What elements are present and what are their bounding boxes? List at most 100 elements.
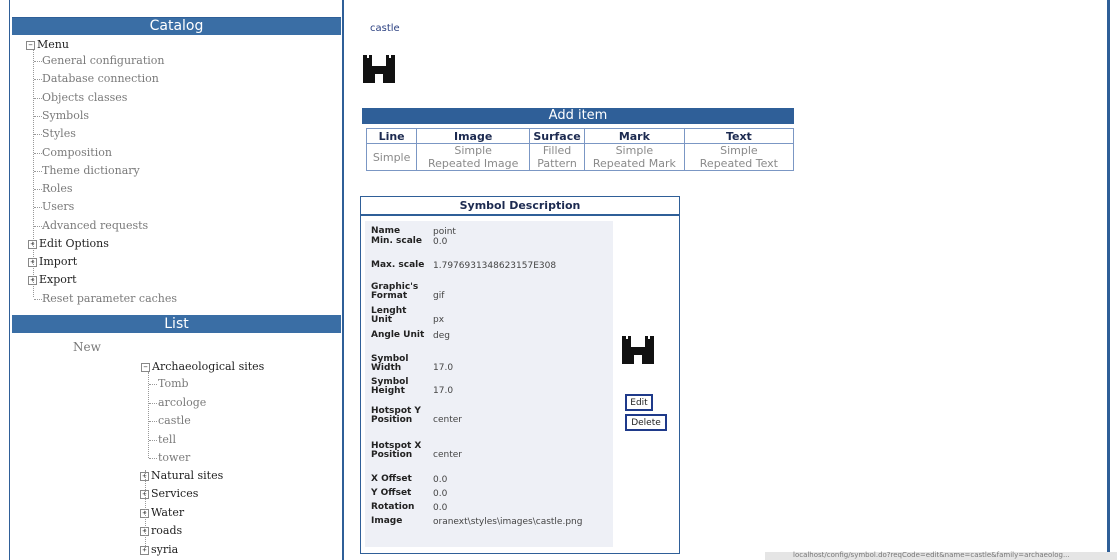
- field-value: gif: [433, 291, 445, 301]
- field-value: 0.0: [433, 237, 448, 247]
- catalog-item[interactable]: Styles: [42, 127, 76, 140]
- tree-root-label: Menu: [37, 38, 69, 51]
- list-item[interactable]: tell: [158, 433, 176, 446]
- column-header: Mark: [583, 128, 685, 144]
- field-value: center: [433, 450, 462, 460]
- folder-label: Archaeological sites: [152, 360, 265, 373]
- field-label: Y Offset: [371, 488, 412, 498]
- add-repeated-image-link[interactable]: Repeated Image: [417, 157, 529, 170]
- add-pattern-surface-link[interactable]: Pattern: [530, 157, 584, 170]
- status-bar: localhost/config/symbol.do?reqCode=edit&…: [765, 551, 1117, 560]
- add-item-panel: Add item Line Image Surface Mark Text Si…: [362, 108, 795, 180]
- catalog-group[interactable]: + Edit Options: [28, 237, 109, 250]
- catalog-item[interactable]: Symbols: [42, 109, 89, 122]
- add-repeated-mark-link[interactable]: Repeated Mark: [585, 157, 684, 170]
- collapse-icon[interactable]: −: [141, 363, 150, 372]
- castle-icon: [363, 55, 395, 83]
- field-label: Max. scale: [371, 260, 425, 270]
- add-item-table: Line Image Surface Mark Text Simple Simp…: [365, 128, 795, 171]
- column-header: Text: [683, 128, 795, 144]
- add-image-cell: Simple Repeated Image: [416, 143, 531, 171]
- field-label: Hotspot X Position: [371, 441, 422, 460]
- catalog-group[interactable]: + Export: [28, 273, 77, 286]
- field-value: deg: [433, 331, 450, 341]
- tree-connector: [34, 115, 42, 117]
- field-label: Graphic's Format: [371, 282, 419, 301]
- add-text-cell: Simple Repeated Text: [683, 143, 795, 171]
- add-simple-mark-link[interactable]: Simple: [585, 144, 684, 157]
- tree-folder[interactable]: + Water: [140, 506, 184, 519]
- list-item[interactable]: arcologe: [158, 396, 206, 409]
- expand-icon[interactable]: +: [28, 240, 37, 249]
- list-item[interactable]: tower: [158, 451, 190, 464]
- tree-connector: [34, 299, 42, 300]
- folder-label: syria: [151, 542, 179, 556]
- tree-folder[interactable]: + Natural sites: [140, 469, 223, 482]
- catalog-item[interactable]: Theme dictionary: [42, 164, 140, 177]
- catalog-group-label: Import: [39, 255, 78, 268]
- field-label: Image: [371, 516, 403, 526]
- field-label: Hotspot Y Position: [371, 406, 421, 425]
- folder-label: Water: [151, 505, 185, 519]
- new-link[interactable]: New: [73, 340, 101, 354]
- tree-folder[interactable]: + Services: [140, 487, 198, 500]
- tree-folder-archaeological[interactable]: − Archaeological sites: [141, 360, 264, 373]
- field-value: 0.0: [433, 489, 448, 499]
- add-item-row: Simple Simple Repeated Image Filled Patter…: [365, 143, 795, 171]
- tree-connector: [34, 152, 42, 154]
- delete-button[interactable]: Delete: [625, 414, 667, 431]
- tree-connector: [149, 384, 157, 385]
- tree-connector: [34, 170, 42, 172]
- folder-label: Natural sites: [151, 469, 224, 482]
- list-item[interactable]: Tomb: [158, 377, 189, 390]
- list-header: List: [12, 315, 341, 333]
- add-repeated-text-link[interactable]: Repeated Text: [685, 157, 793, 170]
- tree-connector: [149, 421, 157, 422]
- catalog-item[interactable]: Advanced requests: [42, 219, 148, 232]
- add-simple-image-link[interactable]: Simple: [417, 144, 529, 157]
- catalog-group[interactable]: + Import: [28, 255, 77, 268]
- tree-folder[interactable]: + roads: [140, 524, 182, 537]
- catalog-item[interactable]: General configuration: [42, 54, 165, 67]
- catalog-header: Catalog: [12, 17, 341, 35]
- catalog-item[interactable]: Database connection: [42, 72, 159, 85]
- folder-label: Services: [151, 487, 199, 501]
- tree-guide: [145, 470, 146, 548]
- add-mark-cell: Simple Repeated Mark: [583, 143, 685, 171]
- expand-icon[interactable]: +: [28, 276, 37, 285]
- field-value: center: [433, 415, 462, 425]
- tree-connector: [149, 439, 157, 441]
- add-item-header: Add item: [362, 108, 794, 124]
- reset-caches-link[interactable]: Reset parameter caches: [42, 292, 177, 305]
- add-simple-line-link[interactable]: Simple: [367, 151, 416, 164]
- page-border-right: [1107, 0, 1110, 560]
- catalog-item[interactable]: Objects classes: [42, 91, 127, 104]
- field-label: Symbol Height: [371, 377, 409, 396]
- tree-connector: [34, 61, 42, 62]
- tree-connector: [34, 225, 42, 227]
- add-item-header-row: Line Image Surface Mark Text: [365, 128, 795, 144]
- field-label: Min. scale: [371, 236, 422, 246]
- add-filled-surface-link[interactable]: Filled: [530, 144, 584, 157]
- left-frame: Catalog − Menu General configuration Datab…: [0, 0, 347, 560]
- collapse-icon[interactable]: −: [26, 41, 35, 50]
- column-header: Image: [416, 128, 531, 144]
- list-item[interactable]: castle: [158, 414, 191, 427]
- catalog-item[interactable]: Composition: [42, 146, 112, 159]
- tree-connector: [34, 134, 42, 136]
- tree-connector: [34, 207, 42, 209]
- tree-connector: [34, 97, 42, 99]
- frame-border-right: [342, 0, 344, 560]
- field-value: 0.0: [433, 503, 448, 513]
- status-url: localhost/config/symbol.do?reqCode=edit&…: [793, 551, 1070, 559]
- catalog-group-label: Edit Options: [39, 237, 109, 250]
- tree-connector: [34, 79, 42, 81]
- add-simple-text-link[interactable]: Simple: [685, 144, 793, 157]
- field-value: 17.0: [433, 363, 454, 373]
- expand-icon[interactable]: +: [28, 258, 37, 267]
- catalog-group-label: Export: [39, 273, 77, 286]
- field-value: 1.7976931348623157E308: [433, 261, 557, 271]
- catalog-item[interactable]: Roles: [42, 182, 73, 195]
- catalog-item[interactable]: Users: [42, 200, 74, 213]
- edit-button[interactable]: Edit: [625, 394, 653, 411]
